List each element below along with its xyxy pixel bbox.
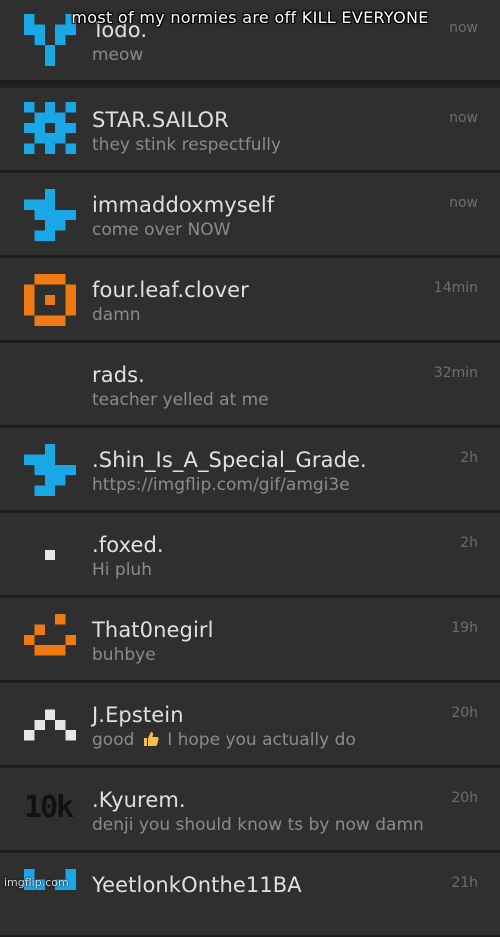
- chat-message: https://imgflip.com/gif/amgi3e: [92, 475, 350, 495]
- chat-time: 14min: [433, 280, 478, 296]
- message-text: good: [92, 730, 135, 750]
- chat-row[interactable]: That0negirl buhbye 19h: [0, 598, 500, 682]
- chat-row[interactable]: rads. teacher yelled at me 32min: [0, 343, 500, 427]
- chat-time: 32min: [433, 365, 478, 381]
- avatar-text-badge: 10k: [24, 790, 74, 825]
- chat-row[interactable]: 10k .Kyurem. denji you should know ts by…: [0, 768, 500, 852]
- chat-row[interactable]: STAR.SAILOR they stink respectfully now: [0, 88, 500, 172]
- chat-name: immaddoxmyself: [92, 193, 275, 217]
- chat-time: 19h: [451, 620, 478, 636]
- chat-time: 2h: [460, 535, 478, 551]
- orange-pixel-smile-icon: [24, 614, 76, 656]
- blue-pixel-swirl-icon: [24, 444, 76, 496]
- chat-name: rads.: [92, 363, 145, 387]
- chat-time: now: [449, 110, 478, 126]
- message-text: I hope you actually do: [167, 730, 356, 750]
- chat-message: come over NOW: [92, 220, 231, 240]
- chat-row[interactable]: immaddoxmyself come over NOW now: [0, 173, 500, 257]
- chat-row[interactable]: YeetlonkOnthe11BA 21h: [0, 853, 500, 937]
- chat-name: .foxed.: [92, 533, 164, 557]
- orange-pixel-target-icon: [24, 274, 76, 326]
- chat-time: now: [449, 195, 478, 211]
- chat-message: Hi pluh: [92, 560, 152, 580]
- chat-message: damn: [92, 305, 141, 325]
- thumbs-up-icon: [143, 732, 159, 746]
- blue-pixel-swirl-icon: [24, 189, 76, 241]
- white-pixel-dot-icon: [44, 549, 56, 561]
- chat-message: buhbye: [92, 645, 156, 665]
- chat-name: YeetlonkOnthe11BA: [92, 873, 302, 897]
- chat-time: 20h: [451, 790, 478, 806]
- chat-time: 20h: [451, 705, 478, 721]
- chat-name: J.Epstein: [92, 703, 184, 727]
- chat-row[interactable]: .foxed. Hi pluh 2h: [0, 513, 500, 597]
- chat-name: .Kyurem.: [92, 788, 186, 812]
- chat-row[interactable]: .Shin_Is_A_Special_Grade. https://imgfli…: [0, 428, 500, 512]
- chat-message: they stink respectfully: [92, 135, 282, 155]
- chat-row[interactable]: J.Epstein good I hope you actually do 20…: [0, 683, 500, 767]
- chat-name: .Shin_Is_A_Special_Grade.: [92, 448, 367, 472]
- meme-caption: most of my normies are off KILL EVERYONE: [71, 8, 429, 27]
- chat-time: 2h: [460, 450, 478, 466]
- chat-name: four.leaf.clover: [92, 278, 249, 302]
- chat-message: denji you should know ts by now damn: [92, 815, 424, 835]
- chat-row[interactable]: four.leaf.clover damn 14min: [0, 258, 500, 342]
- chat-time: 21h: [451, 875, 478, 891]
- blue-pixel-invader-icon: [24, 102, 76, 154]
- chat-message: good I hope you actually do: [92, 730, 356, 750]
- chat-name: STAR.SAILOR: [92, 108, 229, 132]
- white-pixel-mountain-icon: [24, 709, 76, 741]
- imgflip-watermark: imgflip.com: [4, 876, 69, 889]
- chat-name: That0negirl: [92, 618, 214, 642]
- chat-message: teacher yelled at me: [92, 390, 269, 410]
- chat-list: Todo. meow now STAR.SAILOR they stink re…: [0, 0, 500, 937]
- chat-message: meow: [92, 45, 144, 65]
